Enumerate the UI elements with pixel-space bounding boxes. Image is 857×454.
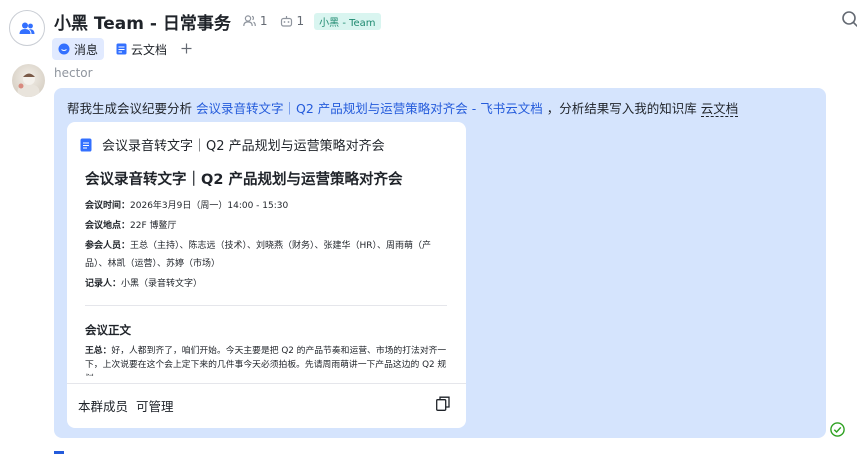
tab-messages-label: 消息 xyxy=(74,41,98,58)
meta-location-value: 22F 博鳌厅 xyxy=(130,221,177,231)
meta-location-label: 会议地点： xyxy=(85,221,130,231)
group-icon xyxy=(19,22,35,35)
meta-location: 会议地点：22F 博鳌厅 xyxy=(85,217,447,235)
tab-cloud-docs-label: 云文档 xyxy=(131,41,167,58)
chat-title[interactable]: 小黑 Team - 日常事务 xyxy=(54,9,231,34)
meta-time: 会议时间：2026年3月9日（周一）14:00 - 15:30 xyxy=(85,197,447,215)
chat-tabs: 消息 云文档 xyxy=(52,38,192,60)
copy-link-button[interactable] xyxy=(436,396,450,415)
chat-bubble-icon xyxy=(58,43,70,55)
sender-avatar[interactable] xyxy=(12,64,45,97)
member-count[interactable]: 1 xyxy=(243,14,268,28)
meta-attendees: 参会人员：王总（主持）、陈志远（技术）、刘晓燕（财务）、张建华（HR）、周雨萌（… xyxy=(85,237,447,273)
doc-preview-card[interactable]: 会议录音转文字｜Q2 产品规划与运营策略对齐会 会议录音转文字｜Q2 产品规划与… xyxy=(67,122,466,428)
chat-header: 小黑 Team - 日常事务 1 1 小黑 - Team xyxy=(0,0,857,62)
bot-count[interactable]: 1 xyxy=(280,14,305,28)
search-icon xyxy=(841,10,857,28)
permission-info[interactable]: 本群成员可管理 xyxy=(78,396,182,415)
meta-recorder-value: 小黑（录音转文字） xyxy=(121,279,202,289)
prompt-prefix: 帮我生成会议纪要分析 xyxy=(67,101,196,116)
read-status xyxy=(830,422,845,441)
body-paragraph: 王总：好，人都到齐了，咱们开始。今天主要是把 Q2 的产品节奏和运营、市场的打法… xyxy=(85,344,447,376)
tab-cloud-docs[interactable]: 云文档 xyxy=(110,38,173,60)
message-text: 帮我生成会议纪要分析 会议录音转文字｜Q2 产品规划与运营策略对齐会 - 飞书云… xyxy=(67,98,738,117)
permission-level: 可管理 xyxy=(136,399,174,414)
doc-icon xyxy=(80,138,92,152)
section-title: 会议正文 xyxy=(85,322,447,338)
bot-count-value: 1 xyxy=(297,14,305,28)
meta-time-label: 会议时间： xyxy=(85,201,130,211)
group-avatar[interactable] xyxy=(9,10,45,46)
meta-recorder-label: 记录人： xyxy=(85,279,121,289)
doc-title: 会议录音转文字｜Q2 产品规划与运营策略对齐会 xyxy=(85,168,447,189)
avatar-image xyxy=(12,64,45,97)
meta-recorder: 记录人：小黑（录音转文字） xyxy=(85,275,447,293)
copy-icon xyxy=(436,396,450,411)
card-header[interactable]: 会议录音转文字｜Q2 产品规划与运营策略对齐会 xyxy=(80,135,385,154)
meta-time-value: 2026年3月9日（周一）14:00 - 15:30 xyxy=(130,201,288,211)
body-speaker: 王总： xyxy=(85,346,111,356)
add-tab-button[interactable] xyxy=(181,41,192,57)
header-search-button[interactable] xyxy=(841,10,857,28)
meta-attendees-value: 王总（主持）、陈志远（技术）、刘晓燕（财务）、张建华（HR）、周雨萌（产品）、林… xyxy=(85,241,431,269)
members-icon xyxy=(243,15,256,27)
message-bubble[interactable]: 帮我生成会议纪要分析 会议录音转文字｜Q2 产品规划与运营策略对齐会 - 飞书云… xyxy=(54,88,826,438)
doc-icon xyxy=(116,43,127,55)
divider xyxy=(85,305,447,306)
thread-reply-link[interactable] xyxy=(54,446,114,454)
member-count-value: 1 xyxy=(260,14,268,28)
permission-scope: 本群成员 xyxy=(78,399,128,414)
prompt-middle: ，分析结果写入我的知识库 xyxy=(547,101,697,116)
card-footer: 本群成员可管理 xyxy=(67,383,466,428)
reply-icon xyxy=(54,448,64,454)
body-content: 好，人都到齐了，咱们开始。今天主要是把 Q2 的产品节奏和运营、市场的打法对齐一… xyxy=(85,346,446,376)
sender-name[interactable]: hector xyxy=(54,66,93,80)
card-header-title: 会议录音转文字｜Q2 产品规划与运营策略对齐会 xyxy=(102,135,385,154)
plus-icon xyxy=(181,43,192,54)
doc-link[interactable]: 会议录音转文字｜Q2 产品规划与运营策略对齐会 - 飞书云文档 xyxy=(196,101,543,116)
meta-attendees-label: 参会人员： xyxy=(85,241,130,251)
tab-messages[interactable]: 消息 xyxy=(52,38,104,60)
doc-preview: 会议录音转文字｜Q2 产品规划与运营策略对齐会 会议时间：2026年3月9日（周… xyxy=(85,164,447,376)
check-circle-icon xyxy=(830,422,845,437)
bot-icon xyxy=(280,15,293,27)
knowledge-base-link[interactable]: 云文档 xyxy=(701,101,739,117)
team-tag: 小黑 - Team xyxy=(314,13,380,30)
